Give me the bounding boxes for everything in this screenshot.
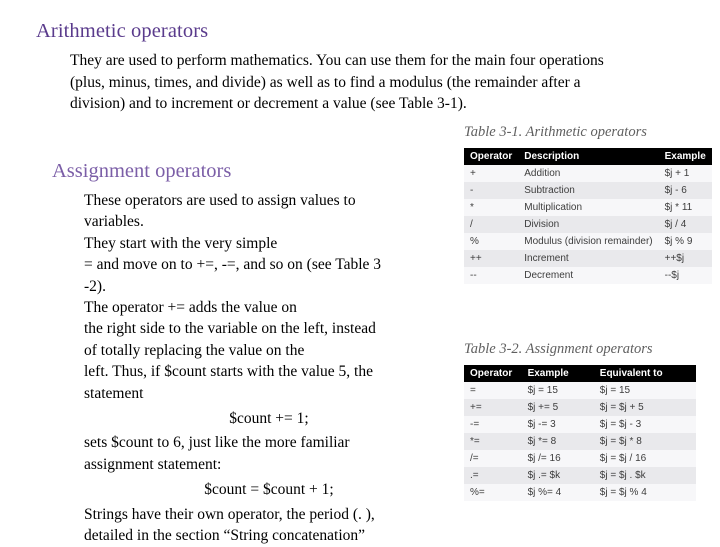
table31-header-example: Example xyxy=(658,148,712,165)
assignment-line: These operators are used to assign value… xyxy=(84,192,356,209)
table-row: % Modulus (division remainder) $j % 9 xyxy=(464,233,712,250)
code-sample-assignment: $count = $count + 1; xyxy=(204,481,334,499)
table31-header-operator: Operator xyxy=(464,148,519,165)
assignment-line: = and move on to +=, -=, and so on (see … xyxy=(84,256,382,274)
cell-equivalent: $j = $j / 16 xyxy=(593,450,696,467)
cell-description: Subtraction xyxy=(518,182,659,199)
cell-description: Increment xyxy=(518,250,659,267)
cell-description: Modulus (division remainder) xyxy=(518,233,659,250)
table32-header-operator: Operator xyxy=(464,365,522,382)
cell-operator: .= xyxy=(464,467,522,484)
assignment-line: They start with the very simple xyxy=(84,234,278,252)
code-sample-increment: $count += 1; xyxy=(229,410,309,428)
cell-description: Decrement xyxy=(518,267,659,284)
cell-operator: *= xyxy=(464,433,522,450)
table-header-row: Operator Example Equivalent to xyxy=(464,365,696,382)
assignment-line: left. Thus, if $count starts with the va… xyxy=(84,363,373,381)
table-row: *= $j *= 8 $j = $j * 8 xyxy=(464,433,696,450)
cell-equivalent: $j = $j . $k xyxy=(593,467,696,484)
cell-example: ++$j xyxy=(658,250,712,267)
table-row: + Addition $j + 1 xyxy=(464,165,712,182)
table-row: ++ Increment ++$j xyxy=(464,250,712,267)
table-row: %= $j %= 4 $j = $j % 4 xyxy=(464,484,696,501)
cell-example: $j - 6 xyxy=(658,182,712,199)
table-arithmetic-operators: Operator Description Example + Addition … xyxy=(464,148,712,284)
cell-operator: ++ xyxy=(464,250,519,267)
cell-example: $j /= 16 xyxy=(521,450,594,467)
table31-header-description: Description xyxy=(518,148,659,165)
cell-example: $j * 11 xyxy=(658,199,712,216)
page-title: Arithmetic operators xyxy=(36,20,209,42)
cell-description: Division xyxy=(518,216,659,233)
cell-operator: -- xyxy=(464,267,519,284)
table-row: / Division $j / 4 xyxy=(464,216,712,233)
assignment-line: Strings have their own operator, the per… xyxy=(84,505,375,523)
table-row: /= $j /= 16 $j = $j / 16 xyxy=(464,450,696,467)
table-row: += $j += 5 $j = $j + 5 xyxy=(464,399,696,416)
assignment-line: sets $count to 6, just like the more fam… xyxy=(84,434,350,452)
cell-example: $j *= 8 xyxy=(521,433,594,450)
cell-example: $j -= 3 xyxy=(521,416,594,433)
cell-example: $j %= 4 xyxy=(521,484,594,501)
cell-equivalent: $j = $j + 5 xyxy=(593,399,696,416)
cell-equivalent: $j = $j % 4 xyxy=(593,484,696,501)
cell-example: $j = 15 xyxy=(521,382,594,399)
assignment-line: statement xyxy=(84,384,144,402)
cell-example: --$j xyxy=(658,267,712,284)
cell-example: $j / 4 xyxy=(658,216,712,233)
assignment-heading: Assignment operators xyxy=(52,160,232,182)
assignment-line: detailed in the section “String concaten… xyxy=(84,527,366,545)
cell-description: Addition xyxy=(518,165,659,182)
table32-caption: Table 3-2. Assignment operators xyxy=(464,341,653,357)
cell-example: $j % 9 xyxy=(658,233,712,250)
cell-operator: = xyxy=(464,382,522,399)
table-row: - Subtraction $j - 6 xyxy=(464,182,712,199)
cell-operator: %= xyxy=(464,484,522,501)
cell-operator: - xyxy=(464,182,519,199)
assignment-line: assignment statement: xyxy=(84,455,222,473)
cell-description: Multiplication xyxy=(518,199,659,216)
assignment-line: The operator += adds the value on xyxy=(84,299,297,317)
cell-example: $j .= $k xyxy=(521,467,594,484)
cell-operator: + xyxy=(464,165,519,182)
slide-page: Arithmetic operators They are used to pe… xyxy=(0,0,720,544)
cell-equivalent: $j = 15 xyxy=(593,382,696,399)
assignment-line: -2). xyxy=(84,277,106,295)
table-row: * Multiplication $j * 11 xyxy=(464,199,712,216)
arithmetic-paragraph: They are used to perform mathematics. Yo… xyxy=(70,52,604,112)
assignment-line: variables. xyxy=(84,213,144,231)
cell-operator: * xyxy=(464,199,519,216)
table-row: = $j = 15 $j = 15 xyxy=(464,382,696,399)
cell-operator: -= xyxy=(464,416,522,433)
table32-header-equivalent: Equivalent to xyxy=(593,365,696,382)
cell-equivalent: $j = $j * 8 xyxy=(593,433,696,450)
cell-example: $j + 1 xyxy=(658,165,712,182)
cell-operator: % xyxy=(464,233,519,250)
table32-header-example: Example xyxy=(521,365,594,382)
table-row: .= $j .= $k $j = $j . $k xyxy=(464,467,696,484)
table-header-row: Operator Description Example xyxy=(464,148,712,165)
assignment-line: the right side to the variable on the le… xyxy=(84,320,376,338)
assignment-body: These operators are used to assign value… xyxy=(84,190,454,547)
table-assignment-operators: Operator Example Equivalent to = $j = 15… xyxy=(464,365,696,501)
cell-example: $j += 5 xyxy=(521,399,594,416)
cell-equivalent: $j = $j - 3 xyxy=(593,416,696,433)
table-row: -= $j -= 3 $j = $j - 3 xyxy=(464,416,696,433)
table31-caption: Table 3-1. Arithmetic operators xyxy=(464,124,647,140)
table-row: -- Decrement --$j xyxy=(464,267,712,284)
cell-operator: /= xyxy=(464,450,522,467)
cell-operator: += xyxy=(464,399,522,416)
assignment-line: of totally replacing the value on the xyxy=(84,341,305,359)
cell-operator: / xyxy=(464,216,519,233)
